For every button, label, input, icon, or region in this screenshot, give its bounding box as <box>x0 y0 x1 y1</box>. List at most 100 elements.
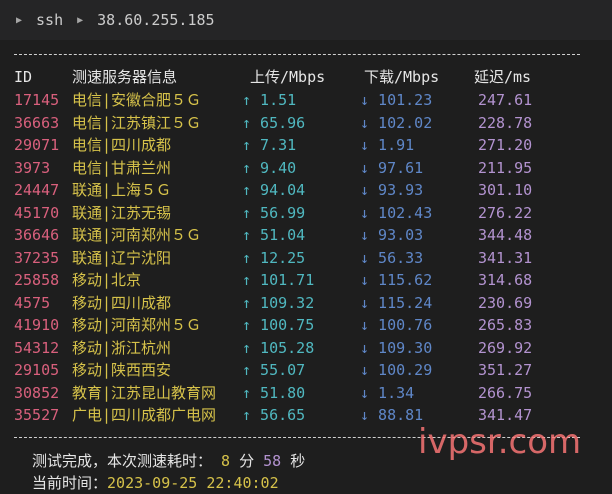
cell-id: 35527 <box>14 406 60 424</box>
table-row: 45170 联通|江苏无锡 ↑ 56.99 ↓ 102.43 276.22 <box>0 202 612 224</box>
cell-id: 41910 <box>14 316 60 334</box>
cell-id: 4575 <box>14 293 51 312</box>
current-time-line: 当前时间：2023-09-25 22:40:02 <box>32 472 279 494</box>
current-time-label: 当前时间： <box>32 474 108 492</box>
cell-upload: ↑ 51.04 <box>242 226 306 244</box>
cell-upload: ↑ 9.40 <box>242 158 297 177</box>
cell-latency: 211.95 <box>478 158 533 177</box>
cell-upload: ↑ 94.04 <box>242 181 306 199</box>
cell-latency: 351.27 <box>478 361 533 379</box>
table-row: 30852 教育|江苏昆山教育网 ↑ 51.80 ↓ 1.34 266.75 <box>0 382 612 404</box>
cell-download: ↓ 1.34 <box>360 383 415 402</box>
table-row: 25858 移动|北京 ↑ 101.71 ↓ 115.62 314.68 <box>0 269 612 291</box>
cell-server: 联通|上海５Ｇ <box>72 181 172 199</box>
cell-upload: ↑ 101.71 <box>242 271 315 289</box>
cell-download: ↓ 115.24 <box>360 293 433 312</box>
header-id: ID <box>14 68 33 86</box>
cell-id: 30852 <box>14 383 60 402</box>
cell-server: 移动|浙江杭州 <box>72 338 172 357</box>
cell-server: 移动|河南郑州５Ｇ <box>72 316 202 334</box>
cell-upload: ↑ 7.31 <box>242 136 297 154</box>
cell-latency: 265.83 <box>478 316 533 334</box>
table-row: 4575 移动|四川成都 ↑ 109.32 ↓ 115.24 230.69 <box>0 292 612 314</box>
elapsed-minutes: 8 <box>221 452 231 470</box>
table-row: 17145 电信|安徽合肥５Ｇ ↑ 1.51 ↓ 101.23 247.61 <box>0 89 612 111</box>
cell-server: 广电|四川成都广电网 <box>72 406 217 424</box>
table-row: 29071 电信|四川成都 ↑ 7.31 ↓ 1.91 271.20 <box>0 134 612 156</box>
cell-latency: 314.68 <box>478 271 533 289</box>
cell-id: 17145 <box>14 91 60 109</box>
cell-latency: 266.75 <box>478 383 533 402</box>
header-upload: 上传/Mbps <box>250 68 326 86</box>
cell-download: ↓ 93.93 <box>360 181 424 199</box>
cell-id: 36646 <box>14 226 60 244</box>
table-row: 54312 移动|浙江杭州 ↑ 105.28 ↓ 109.30 269.92 <box>0 337 612 359</box>
completion-line: 测试完成，本次测速耗时： 8 分 58 秒 <box>32 450 305 472</box>
cell-latency: 341.31 <box>478 248 533 267</box>
cell-server: 电信|甘肃兰州 <box>72 158 172 177</box>
table-row: 29105 移动|陕西西安 ↑ 55.07 ↓ 100.29 351.27 <box>0 359 612 381</box>
breadcrumb-item-ssh[interactable]: ssh <box>36 11 63 29</box>
cell-id: 45170 <box>14 203 60 222</box>
cell-upload: ↑ 12.25 <box>242 248 306 267</box>
cell-upload: ↑ 1.51 <box>242 91 297 109</box>
header-download: 下载/Mbps <box>364 68 440 86</box>
cell-download: ↓ 109.30 <box>360 338 433 357</box>
table-row: 24447 联通|上海５Ｇ ↑ 94.04 ↓ 93.93 301.10 <box>0 179 612 201</box>
table-row: 36646 联通|河南郑州５Ｇ ↑ 51.04 ↓ 93.03 344.48 <box>0 224 612 246</box>
header-latency: 延迟/ms <box>474 68 532 86</box>
cell-server: 移动|陕西西安 <box>72 361 172 379</box>
cell-download: ↓ 100.29 <box>360 361 433 379</box>
cell-id: 24447 <box>14 181 60 199</box>
cell-latency: 276.22 <box>478 203 533 222</box>
cell-upload: ↑ 100.75 <box>242 316 315 334</box>
cell-upload: ↑ 109.32 <box>242 293 315 312</box>
cell-latency: 228.78 <box>478 113 533 132</box>
terminal-output[interactable]: ID 测速服务器信息 上传/Mbps 下载/Mbps 延迟/ms 17145 电信… <box>0 40 612 494</box>
cell-server: 联通|辽宁沈阳 <box>72 248 172 267</box>
cell-server: 电信|四川成都 <box>72 136 172 154</box>
divider-top <box>14 54 580 55</box>
cell-latency: 301.10 <box>478 181 533 199</box>
cell-id: 3973 <box>14 158 51 177</box>
cell-download: ↓ 102.02 <box>360 113 433 132</box>
cell-id: 25858 <box>14 271 60 289</box>
cell-upload: ↑ 51.80 <box>242 383 306 402</box>
table-header: ID 测速服务器信息 上传/Mbps 下载/Mbps 延迟/ms <box>0 66 612 88</box>
table-row: 37235 联通|辽宁沈阳 ↑ 12.25 ↓ 56.33 341.31 <box>0 247 612 269</box>
table-row: 36663 电信|江苏镇江５Ｇ ↑ 65.96 ↓ 102.02 228.78 <box>0 112 612 134</box>
breadcrumb: ▶ ssh ▶ 38.60.255.185 <box>0 0 612 40</box>
chevron-right-icon[interactable]: ▶ <box>77 15 83 26</box>
cell-download: ↓ 101.23 <box>360 91 433 109</box>
elapsed-seconds: 58 <box>263 452 282 470</box>
cell-download: ↓ 97.61 <box>360 158 424 177</box>
cell-download: ↓ 88.81 <box>360 406 424 424</box>
table-row: 41910 移动|河南郑州５Ｇ ↑ 100.75 ↓ 100.76 265.83 <box>0 314 612 336</box>
cell-download: ↓ 115.62 <box>360 271 433 289</box>
breadcrumb-item-host[interactable]: 38.60.255.185 <box>97 11 214 29</box>
cell-download: ↓ 102.43 <box>360 203 433 222</box>
cell-download: ↓ 56.33 <box>360 248 424 267</box>
cell-id: 29105 <box>14 361 60 379</box>
chevron-right-icon[interactable]: ▶ <box>16 15 22 26</box>
cell-server: 电信|安徽合肥５Ｇ <box>72 91 202 109</box>
cell-id: 37235 <box>14 248 60 267</box>
cell-server: 移动|北京 <box>72 271 142 289</box>
cell-upload: ↑ 55.07 <box>242 361 306 379</box>
cell-upload: ↑ 56.99 <box>242 203 306 222</box>
cell-id: 36663 <box>14 113 60 132</box>
watermark: ivpsr.com <box>418 422 582 462</box>
cell-server: 教育|江苏昆山教育网 <box>72 383 217 402</box>
cell-server: 电信|江苏镇江５Ｇ <box>72 113 202 132</box>
header-server: 测速服务器信息 <box>72 68 178 86</box>
cell-upload: ↑ 105.28 <box>242 338 315 357</box>
cell-upload: ↑ 56.65 <box>242 406 306 424</box>
cell-latency: 269.92 <box>478 338 533 357</box>
cell-download: ↓ 1.91 <box>360 136 415 154</box>
cell-server: 移动|四川成都 <box>72 293 172 312</box>
cell-upload: ↑ 65.96 <box>242 113 306 132</box>
cell-id: 54312 <box>14 338 60 357</box>
table-row: 3973 电信|甘肃兰州 ↑ 9.40 ↓ 97.61 211.95 <box>0 157 612 179</box>
cell-download: ↓ 93.03 <box>360 226 424 244</box>
seconds-unit: 秒 <box>290 452 306 470</box>
